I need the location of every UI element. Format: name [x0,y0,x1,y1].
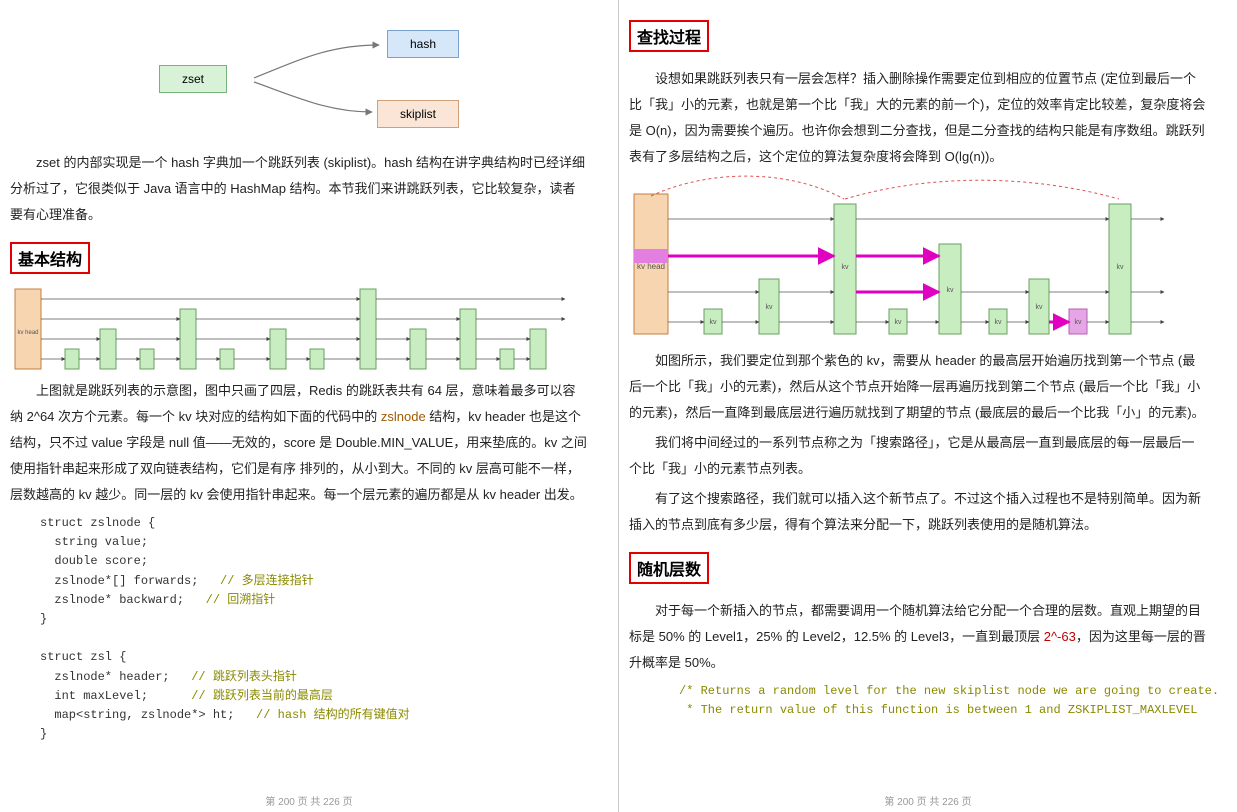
svg-text:kv: kv [947,287,955,294]
search-p2: 如图所示，我们要定位到那个紫色的 kv，需要从 header 的最高层开始遍历找… [629,348,1207,426]
svg-text:kv: kv [1075,319,1083,326]
heading-search-process: 查找过程 [629,20,709,52]
svg-text:kv: kv [1036,304,1044,311]
svg-text:kv: kv [842,264,850,271]
search-p1: 设想如果跳跃列表只有一层会怎样？插入删除操作需要定位到相应的位置节点 (定位到最… [629,66,1207,170]
document-two-page-spread: zset hash skiplist zset 的内部实现是一个 hash 字典… [0,0,1237,812]
page-right: 查找过程 设想如果跳跃列表只有一层会怎样？插入删除操作需要定位到相应的位置节点 … [619,0,1237,812]
code-zslnode: struct zslnode { string value; double sc… [40,514,588,744]
svg-text:kv: kv [1117,264,1125,271]
zset-diagram: zset hash skiplist [109,20,489,140]
svg-text:kv: kv [895,319,903,326]
svg-text:kv head: kv head [17,330,38,336]
search-path-diagram-icon: kv head kv kv kv kv kv kv kv [629,174,1169,344]
svg-text:kv head: kv head [637,262,665,271]
page-footer-right: 第 200 页 共 226 页 [619,793,1237,808]
intro-paragraph: zset 的内部实现是一个 hash 字典加一个跳跃列表 (skiplist)。… [10,150,588,228]
svg-text:kv: kv [710,319,718,326]
heading-basic-structure: 基本结构 [10,242,90,274]
code-random-level-comment: /* Returns a random level for the new sk… [679,682,1207,720]
svg-text:kv: kv [766,304,774,311]
search-p3: 我们将中间经过的一系列节点称之为「搜索路径」，它是从最高层一直到最底层的每一层最… [629,430,1207,482]
svg-text:kv: kv [995,319,1003,326]
search-p4: 有了这个搜索路径，我们就可以插入这个新节点了。不过这个插入过程也不是特别简单。因… [629,486,1207,538]
heading-random-levels: 随机层数 [629,552,709,584]
skiplist-diagram-icon: kv head [10,284,570,374]
random-p1: 对于每一个新插入的节点，都需要调用一个随机算法给它分配一个合理的层数。直观上期望… [629,598,1207,676]
zset-arrows-icon [109,20,489,140]
page-footer-left: 第 200 页 共 226 页 [0,793,618,808]
basic-p1: 上图就是跳跃列表的示意图，图中只画了四层，Redis 的跳跃表共有 64 层，意… [10,378,588,508]
page-left: zset hash skiplist zset 的内部实现是一个 hash 字典… [0,0,619,812]
